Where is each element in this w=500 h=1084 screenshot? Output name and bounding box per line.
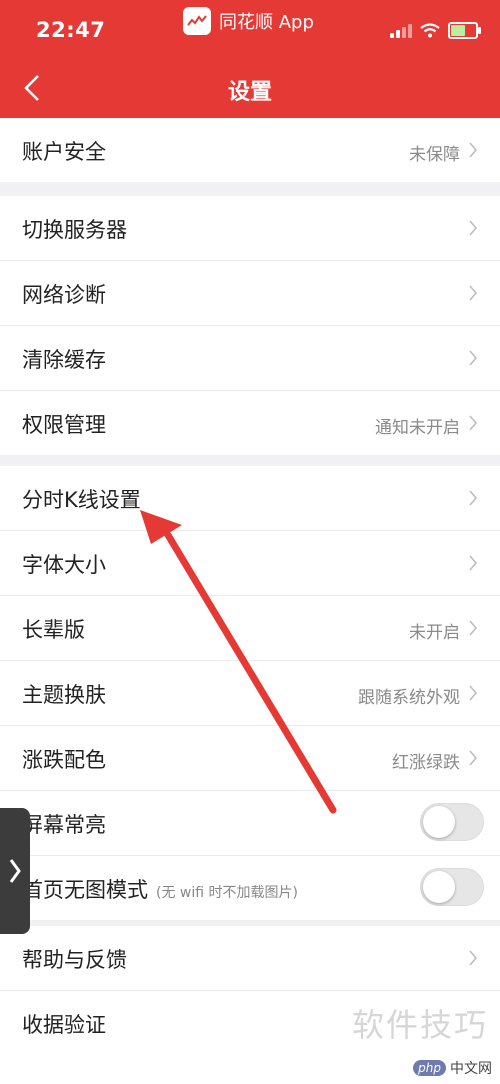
row-label: 屏幕常亮	[22, 813, 106, 837]
row-label: 账户安全	[22, 140, 106, 164]
settings-group-display: 分时K线设置 字体大小 长辈版 未开启 主题换肤 跟随系统外观 涨跌配色 红涨绿…	[0, 466, 500, 920]
app-name: 同花顺 App	[219, 12, 314, 33]
row-note: (无 wifi 时不加载图片)	[156, 885, 298, 901]
chevron-right-icon	[469, 490, 478, 506]
row-label: 网络诊断	[22, 283, 106, 307]
chevron-right-icon	[469, 750, 478, 766]
row-value: 跟随系统外观	[358, 688, 460, 708]
php-logo-text: 中文网	[450, 1061, 492, 1077]
php-badge: php	[413, 1060, 446, 1076]
settings-row-kline-settings[interactable]: 分时K线设置	[0, 466, 500, 531]
settings-row-elder-mode[interactable]: 长辈版 未开启	[0, 596, 500, 661]
row-label: 分时K线设置	[22, 488, 141, 512]
no-image-mode-toggle[interactable]	[420, 868, 484, 906]
settings-row-screen-awake: 屏幕常亮	[0, 791, 500, 856]
settings-row-switch-server[interactable]: 切换服务器	[0, 196, 500, 261]
row-value: 未保障	[409, 145, 460, 165]
row-label: 清除缓存	[22, 348, 106, 372]
chevron-right-icon	[9, 859, 21, 883]
settings-row-no-image-mode: 首页无图模式 (无 wifi 时不加载图片)	[0, 856, 500, 920]
settings-group-account: 账户安全 未保障	[0, 118, 500, 182]
row-value: 红涨绿跌	[392, 753, 460, 773]
settings-row-font-size[interactable]: 字体大小	[0, 531, 500, 596]
row-label: 切换服务器	[22, 218, 127, 242]
chevron-right-icon	[469, 415, 478, 431]
settings-row-account-security[interactable]: 账户安全 未保障	[0, 118, 500, 182]
chevron-right-icon	[469, 220, 478, 236]
row-label: 主题换肤	[22, 683, 106, 707]
signal-icon	[390, 23, 412, 38]
watermark-logo: php 中文网	[413, 1058, 492, 1078]
toggle-knob	[423, 806, 455, 838]
battery-icon	[448, 22, 481, 39]
status-time: 22:47	[36, 18, 106, 42]
watermark-text: 软件技巧	[351, 1006, 488, 1044]
row-value: 通知未开启	[375, 418, 460, 438]
app-return-pill[interactable]: 同花顺 App	[183, 6, 314, 36]
header-bar: 22:47 同花顺 App 设置	[0, 0, 500, 118]
wifi-icon	[420, 23, 440, 38]
settings-row-color-scheme[interactable]: 涨跌配色 红涨绿跌	[0, 726, 500, 791]
settings-row-clear-cache[interactable]: 清除缓存	[0, 326, 500, 391]
chevron-right-icon	[469, 142, 478, 158]
row-label: 收据验证	[22, 1013, 106, 1037]
settings-row-help-feedback[interactable]: 帮助与反馈	[0, 926, 500, 991]
row-label: 帮助与反馈	[22, 948, 127, 972]
screen-awake-toggle[interactable]	[420, 803, 484, 841]
settings-row-network-diagnosis[interactable]: 网络诊断	[0, 261, 500, 326]
toggle-knob	[423, 871, 455, 903]
row-label-text: 首页无图模式	[22, 878, 148, 902]
page-title: 设置	[227, 80, 272, 105]
row-label: 权限管理	[22, 413, 106, 437]
chevron-right-icon	[469, 285, 478, 301]
chevron-right-icon	[469, 620, 478, 636]
app-logo-icon	[183, 7, 211, 35]
settings-row-permissions[interactable]: 权限管理 通知未开启	[0, 391, 500, 455]
row-label: 首页无图模式 (无 wifi 时不加载图片)	[22, 874, 298, 904]
settings-row-theme[interactable]: 主题换肤 跟随系统外观	[0, 661, 500, 726]
row-label: 字体大小	[22, 553, 106, 577]
row-label: 涨跌配色	[22, 748, 106, 772]
row-value: 未开启	[409, 623, 460, 643]
chevron-right-icon	[469, 555, 478, 571]
row-label: 长辈版	[22, 618, 85, 642]
floating-side-handle[interactable]	[0, 808, 30, 934]
settings-group-network: 切换服务器 网络诊断 清除缓存 权限管理 通知未开启	[0, 196, 500, 455]
status-icons	[390, 22, 481, 39]
chevron-right-icon	[469, 350, 478, 366]
chevron-right-icon	[469, 685, 478, 701]
chevron-right-icon	[469, 950, 478, 966]
